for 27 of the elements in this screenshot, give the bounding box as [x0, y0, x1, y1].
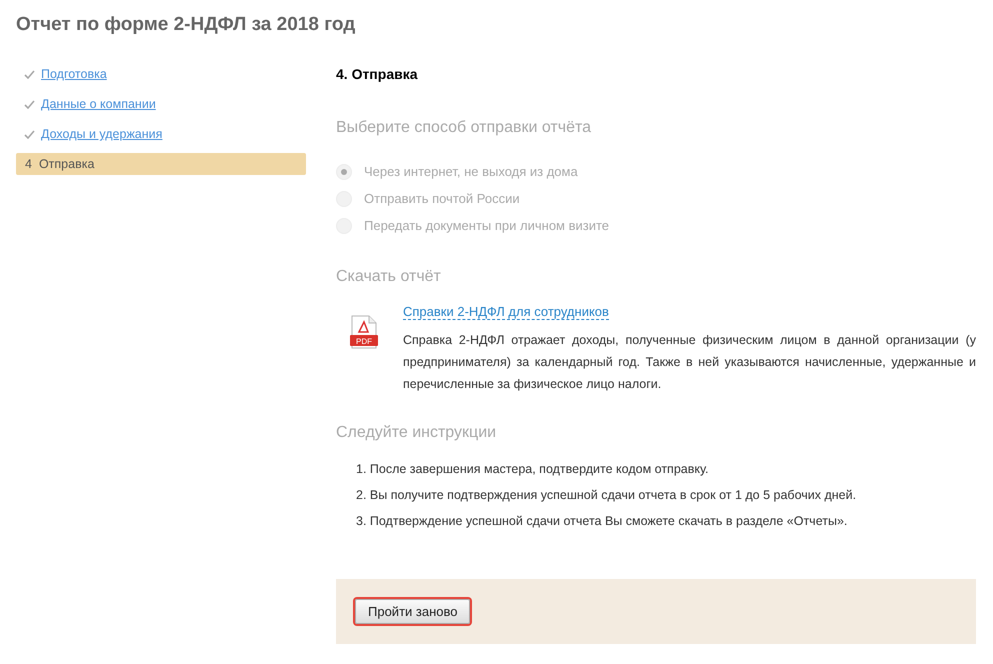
- section-heading: Скачать отчёт: [336, 267, 442, 287]
- radio-label: Через интернет, не выходя из дома: [364, 164, 578, 179]
- step-number: 4: [24, 157, 32, 171]
- step-item[interactable]: Подготовка: [16, 63, 306, 85]
- restart-button[interactable]: Пройти заново: [355, 599, 470, 624]
- checkmark-icon: [24, 70, 35, 78]
- step-item[interactable]: 4 Отправка: [16, 153, 306, 175]
- section-heading: Следуйте инструкции: [336, 423, 498, 443]
- checkmark-icon: [24, 130, 35, 138]
- step-heading: 4. Отправка: [336, 65, 419, 84]
- step-item[interactable]: Доходы и удержания: [16, 123, 306, 145]
- instruction-item: 3. Подтверждение успешной сдачи отчета Вы сможете скачать в разделе «Отчеты».: [355, 513, 848, 530]
- pdf-file-icon: PDF: [350, 315, 378, 349]
- step-link[interactable]: Подготовка: [41, 67, 107, 81]
- step-item[interactable]: Данные о компании: [16, 93, 306, 115]
- page-title: Отчет по форме 2-НДФЛ за 2018 год: [16, 13, 356, 37]
- instruction-item: 1. После завершения мастера, подтвердите кодом отправку.: [355, 461, 710, 478]
- instruction-item: 2. Вы получите подтверждения успешной сдачи отчета в срок от 1 до 5 рабочих дней.: [355, 487, 858, 504]
- radio-label: Передать документы при личном визите: [364, 218, 610, 233]
- step-label: Отправка: [38, 157, 94, 171]
- step-link[interactable]: Доходы и удержания: [41, 127, 162, 141]
- checkmark-icon: [24, 100, 35, 108]
- download-link[interactable]: Справки 2-НДФЛ для сотрудников: [403, 304, 609, 320]
- section-heading: Выберите способ отправки отчёта: [336, 118, 592, 138]
- description-text: Справка 2-НДФЛ отражает доходы, полученные физическим лицом в данной организации (у предпринимателя) за календарный год. Также в ней указываются начисленные, удержанные и перечисленные за физическое лицо налоги.: [403, 332, 976, 393]
- radio-label: Отправить почтой России: [364, 191, 520, 206]
- step-link[interactable]: Данные о компании: [41, 97, 156, 111]
